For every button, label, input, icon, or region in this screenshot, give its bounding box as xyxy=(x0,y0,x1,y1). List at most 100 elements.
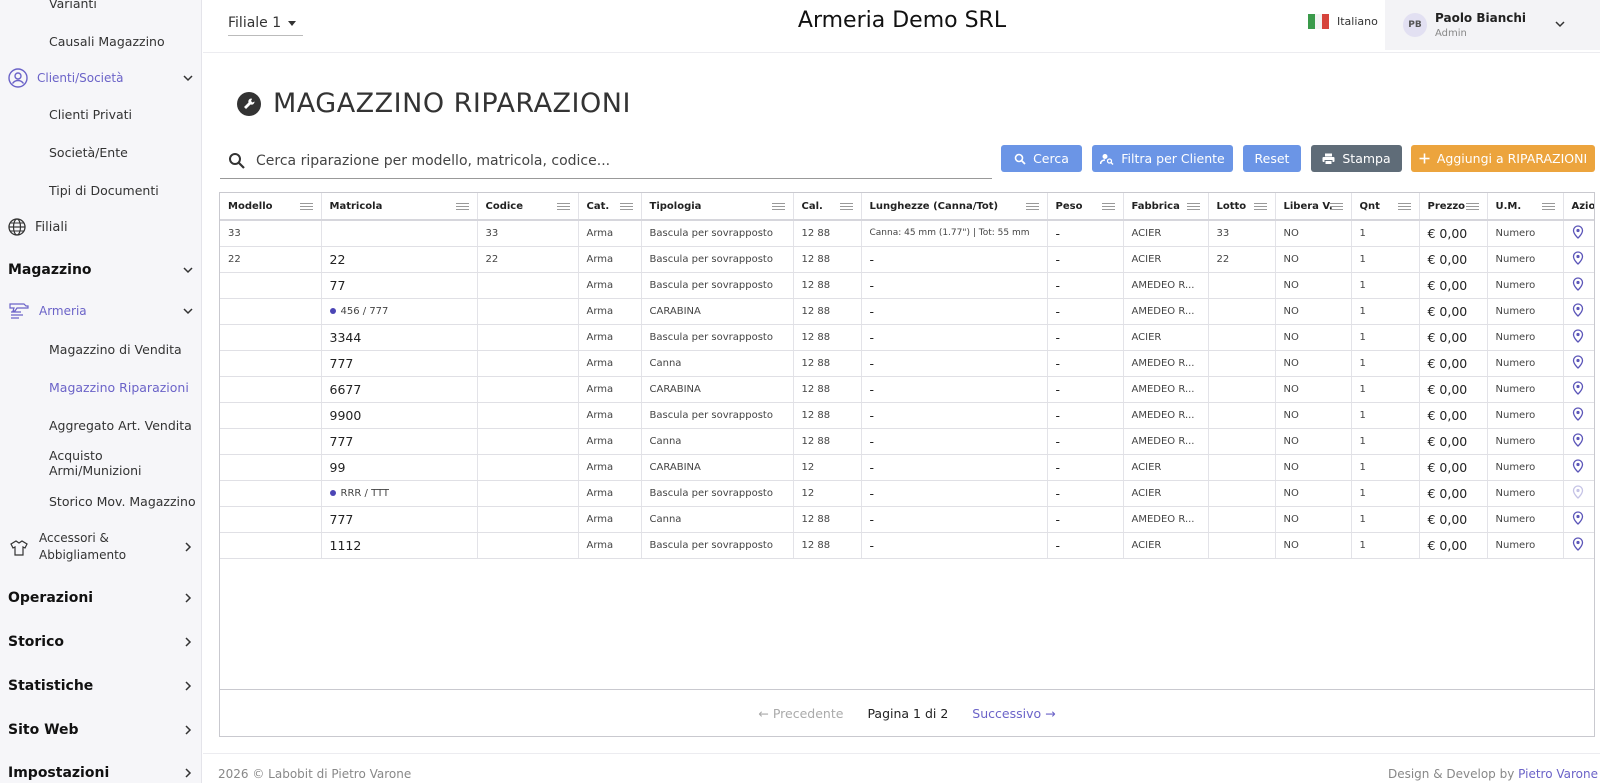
column-menu-icon[interactable] xyxy=(1397,203,1411,212)
column-header[interactable]: Fabbrica xyxy=(1123,193,1209,221)
table-row[interactable]: 777 Arma Canna 12 88 - - AMEDEO R... NO 1 € 0,00 N… xyxy=(220,506,1594,533)
sidebar-group-armeria[interactable]: Armeria xyxy=(8,300,194,322)
table-row[interactable]: 6677 Arma CARABINA 12 88 - - AMEDEO R... NO 1 € 0… xyxy=(220,376,1594,403)
sidebar-item-magazzino-riparazioni[interactable]: Magazzino Riparazioni xyxy=(49,377,199,397)
column-header[interactable]: Libera V. xyxy=(1275,193,1352,221)
user-menu[interactable]: PB Paolo Bianchi Admin xyxy=(1385,0,1600,50)
print-button[interactable]: Stampa xyxy=(1311,145,1402,172)
column-menu-icon[interactable] xyxy=(619,203,633,212)
sidebar-item-varianti[interactable]: Varianti xyxy=(49,0,199,11)
column-header[interactable]: Modello xyxy=(220,193,322,221)
column-header[interactable]: Tipologia xyxy=(641,193,794,221)
sidebar-group-clienti[interactable]: Clienti/Società xyxy=(8,67,194,89)
column-header[interactable]: Azio xyxy=(1563,193,1594,221)
sidebar-item-causali-magazzino[interactable]: Causali Magazzino xyxy=(49,31,199,51)
column-header[interactable]: Cat. xyxy=(578,193,642,221)
search-button[interactable]: Cerca xyxy=(1001,145,1082,172)
branch-select[interactable]: Filiale 1 xyxy=(228,10,304,36)
table-cell-text: NO xyxy=(1283,253,1299,265)
sidebar-item-tipi-documenti[interactable]: Tipi di Documenti xyxy=(49,180,199,200)
table-row[interactable]: 33 33 Arma Bascula per sovrapposto 12 88 Cann… xyxy=(220,220,1594,247)
table-row[interactable]: 777 Arma Canna 12 88 - - AMEDEO R... NO 1 € 0,00 N… xyxy=(220,428,1594,455)
sidebar-group-magazzino[interactable]: Magazzino xyxy=(8,259,194,281)
column-header[interactable]: Peso xyxy=(1047,193,1124,221)
table-cell-text: - xyxy=(1055,355,1061,371)
sidebar-group-statistiche[interactable]: Statistiche xyxy=(8,675,194,697)
column-menu-icon[interactable] xyxy=(455,203,469,212)
column-menu-icon[interactable] xyxy=(1465,203,1479,212)
sidebar-group-label-line2: Abbigliamento xyxy=(39,548,127,562)
search-input[interactable] xyxy=(256,152,956,169)
location-pin-icon[interactable] xyxy=(1572,354,1584,369)
previous-page-button[interactable]: ← Precedente xyxy=(758,706,843,721)
column-menu-icon[interactable] xyxy=(1186,203,1200,212)
sidebar-item-storico-mov[interactable]: Storico Mov. Magazzino xyxy=(49,491,199,511)
column-header[interactable]: Matricola xyxy=(321,193,478,221)
reset-button[interactable]: Reset xyxy=(1243,145,1301,172)
table-cell: Numero xyxy=(1487,350,1564,377)
column-header[interactable]: Cal. xyxy=(793,193,862,221)
table-row[interactable]: RRR / TTT Arma Bascula per sovrapposto 12 - -… xyxy=(220,480,1594,507)
repairs-table: Modello Matricola Codice Cat. Tipologia Cal. L… xyxy=(219,192,1595,737)
sidebar-item-societa[interactable]: Società/Ente xyxy=(49,142,199,162)
sidebar-group-storico[interactable]: Storico xyxy=(8,631,194,653)
table-row[interactable]: 77 Arma Bascula per sovrapposto 12 88 - - AMED… xyxy=(220,272,1594,299)
location-pin-icon[interactable] xyxy=(1572,276,1584,291)
table-cell: Arma xyxy=(578,428,642,455)
next-page-button[interactable]: Successivo → xyxy=(972,706,1055,721)
footer-credit-link[interactable]: Pietro Varone xyxy=(1518,767,1598,781)
location-pin-icon[interactable] xyxy=(1572,302,1584,317)
column-header[interactable]: Lunghezze (Canna/Tot) xyxy=(861,193,1048,221)
table-row[interactable]: 22 22 22 Arma Bascula per sovrapposto 12 88 - -… xyxy=(220,246,1594,273)
column-header[interactable]: U.M. xyxy=(1487,193,1564,221)
language-selector[interactable]: Italiano xyxy=(1308,14,1378,29)
column-menu-icon[interactable] xyxy=(1025,203,1039,212)
table-row[interactable]: 456 / 777 Arma CARABINA 12 88 - - AMEDEO R... N… xyxy=(220,298,1594,325)
table-cell: - xyxy=(861,402,1048,429)
sidebar-item-magazzino-vendita[interactable]: Magazzino di Vendita xyxy=(49,339,199,359)
location-pin-icon[interactable] xyxy=(1572,406,1584,421)
sidebar-item-acquisto[interactable]: Acquisto Armi/Munizioni xyxy=(49,448,199,478)
location-pin-icon[interactable] xyxy=(1572,536,1584,551)
table-row[interactable]: 777 Arma Canna 12 88 - - AMEDEO R... NO 1 € 0,00 N… xyxy=(220,350,1594,377)
sidebar-group-sito-web[interactable]: Sito Web xyxy=(8,719,194,741)
table-cell: 456 / 777 xyxy=(321,298,478,325)
table-cell-text: Arma xyxy=(586,409,614,421)
column-header[interactable]: Codice xyxy=(477,193,579,221)
column-menu-icon[interactable] xyxy=(1541,203,1555,212)
location-pin-icon[interactable] xyxy=(1572,328,1584,343)
table-cell: Arma xyxy=(578,506,642,533)
table-cell-text: Arma xyxy=(586,383,614,395)
location-pin-icon[interactable] xyxy=(1572,380,1584,395)
column-menu-icon[interactable] xyxy=(556,203,570,212)
column-menu-icon[interactable] xyxy=(1101,203,1115,212)
table-row[interactable]: 1112 Arma Bascula per sovrapposto 12 88 - - AC… xyxy=(220,532,1594,559)
location-pin-icon[interactable] xyxy=(1572,225,1584,239)
add-repair-button[interactable]: Aggiungi a RIPARAZIONI xyxy=(1411,145,1595,172)
sidebar-group-impostazioni[interactable]: Impostazioni xyxy=(8,762,194,783)
sidebar-item-clienti-privati[interactable]: Clienti Privati xyxy=(49,104,199,124)
sidebar-item-filiali[interactable]: Filiali xyxy=(8,216,194,238)
location-pin-icon[interactable] xyxy=(1572,432,1584,447)
column-header[interactable]: Prezzo xyxy=(1419,193,1488,221)
sidebar-group-accessori[interactable]: Accessori & Abbigliamento xyxy=(8,529,194,565)
location-pin-icon[interactable] xyxy=(1572,250,1584,265)
sidebar-group-operazioni[interactable]: Operazioni xyxy=(8,587,194,609)
table-row[interactable]: 3344 Arma Bascula per sovrapposto 12 88 - - AC… xyxy=(220,324,1594,351)
column-menu-icon[interactable] xyxy=(1253,203,1267,212)
filter-client-button[interactable]: Filtra per Cliente xyxy=(1092,145,1233,172)
table-row[interactable]: 99 Arma CARABINA 12 - - ACIER NO 1 € 0,00 Numero xyxy=(220,454,1594,481)
column-header[interactable]: Lotto xyxy=(1208,193,1276,221)
location-pin-icon[interactable] xyxy=(1572,510,1584,525)
column-menu-icon[interactable] xyxy=(299,203,313,212)
column-header[interactable]: Qnt xyxy=(1351,193,1420,221)
column-menu-icon[interactable] xyxy=(839,203,853,212)
table-cell-text: 777 xyxy=(329,511,354,527)
column-menu-icon[interactable] xyxy=(771,203,785,212)
table-cell: 1 xyxy=(1351,532,1420,559)
table-row[interactable]: 9900 Arma Bascula per sovrapposto 12 88 - - AM… xyxy=(220,402,1594,429)
location-pin-icon[interactable] xyxy=(1572,484,1584,499)
sidebar-item-aggregato[interactable]: Aggregato Art. Vendita xyxy=(49,415,199,435)
column-menu-icon[interactable] xyxy=(1329,203,1343,212)
location-pin-icon[interactable] xyxy=(1572,458,1584,473)
